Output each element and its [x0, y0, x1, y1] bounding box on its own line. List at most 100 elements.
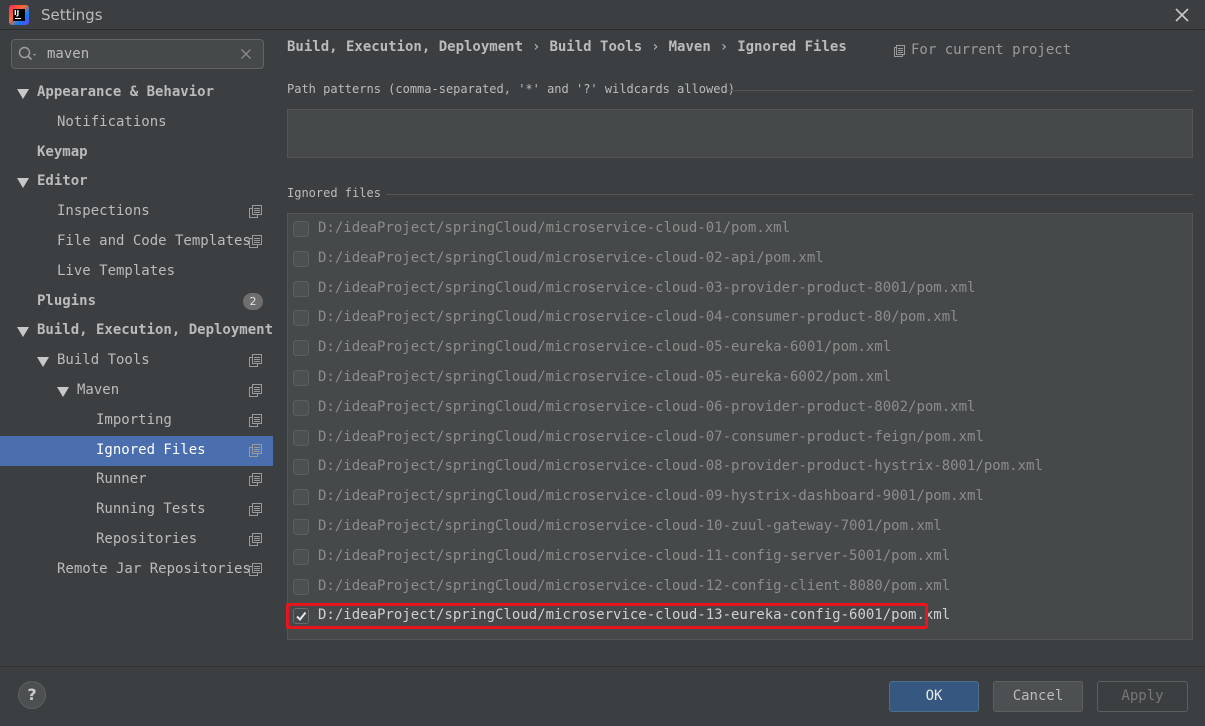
- sidebar-item-label: Repositories: [96, 531, 198, 547]
- ignore-checkbox[interactable]: [293, 251, 309, 267]
- sidebar-item-label: Build, Execution, Deployment: [37, 322, 274, 338]
- ignored-file-row[interactable]: D:/ideaProject/springCloud/microservice-…: [288, 244, 1192, 274]
- ignore-checkbox[interactable]: [293, 281, 309, 297]
- close-icon[interactable]: [1173, 6, 1191, 24]
- ignored-file-row[interactable]: D:/ideaProject/springCloud/microservice-…: [288, 393, 1192, 423]
- sidebar-item-running-tests[interactable]: Running Tests: [0, 495, 273, 525]
- sidebar-item-maven[interactable]: Maven: [0, 376, 273, 406]
- expand-arrow-icon[interactable]: [17, 89, 29, 99]
- breadcrumb: Build, Execution, Deployment › Build Tools…: [287, 39, 847, 55]
- title-bar: IJ Settings: [0, 0, 1205, 30]
- sidebar-item-label: File and Code Templates: [57, 233, 251, 249]
- ignored-file-row[interactable]: D:/ideaProject/springCloud/microservice-…: [288, 363, 1192, 393]
- ignore-checkbox[interactable]: [293, 549, 309, 565]
- ignored-file-row[interactable]: D:/ideaProject/springCloud/microservice-…: [288, 482, 1192, 512]
- ignore-checkbox[interactable]: [293, 221, 309, 237]
- sidebar-item-appearance-behavior[interactable]: Appearance & Behavior: [0, 78, 273, 108]
- ignored-file-row[interactable]: D:/ideaProject/springCloud/microservice-…: [288, 423, 1192, 453]
- project-level-icon: [249, 235, 262, 248]
- project-level-icon: [249, 563, 262, 576]
- sidebar-item-label: Inspections: [57, 203, 150, 219]
- sidebar-item-plugins[interactable]: Plugins 2: [0, 287, 273, 317]
- sidebar-item-keymap[interactable]: Keymap: [0, 138, 273, 168]
- intellij-logo-icon: IJ: [9, 5, 29, 25]
- ignore-checkbox[interactable]: [293, 370, 309, 386]
- breadcrumb-item[interactable]: Build, Execution, Deployment: [287, 39, 523, 55]
- breadcrumb-item[interactable]: Ignored Files: [737, 39, 847, 55]
- sidebar-item-editor[interactable]: Editor: [0, 167, 273, 197]
- project-scope-icon: [894, 45, 905, 57]
- sidebar-item-inspections[interactable]: Inspections: [0, 197, 273, 227]
- sidebar-item-file-and-code-templates[interactable]: File and Code Templates: [0, 227, 273, 257]
- project-level-icon: [249, 414, 262, 427]
- sidebar-item-live-templates[interactable]: Live Templates: [0, 257, 273, 287]
- project-level-icon: [249, 354, 262, 367]
- file-path: D:/ideaProject/springCloud/microservice-…: [318, 309, 959, 325]
- ignored-file-row[interactable]: D:/ideaProject/springCloud/microservice-…: [288, 452, 1192, 482]
- sidebar-item-build-execution-deployment[interactable]: Build, Execution, Deployment: [0, 316, 273, 346]
- separator: [386, 194, 1193, 195]
- search-input[interactable]: [47, 45, 232, 63]
- sidebar-item-label: Editor: [37, 173, 88, 189]
- sidebar-item-label: Appearance & Behavior: [37, 84, 215, 100]
- breadcrumb-item[interactable]: Build Tools: [549, 39, 642, 55]
- plugin-count-badge: 2: [243, 293, 263, 310]
- search-field[interactable]: [11, 39, 264, 69]
- ok-button[interactable]: OK: [889, 681, 979, 712]
- project-level-icon: [249, 384, 262, 397]
- file-path: D:/ideaProject/springCloud/microservice-…: [318, 488, 984, 504]
- file-path: D:/ideaProject/springCloud/microservice-…: [318, 220, 791, 236]
- project-level-icon: [249, 205, 262, 218]
- ignored-files-label: Ignored files: [287, 186, 381, 200]
- path-patterns-field[interactable]: [287, 109, 1193, 158]
- ignored-file-row[interactable]: D:/ideaProject/springCloud/microservice-…: [288, 303, 1192, 333]
- expand-arrow-icon[interactable]: [57, 387, 69, 397]
- sidebar-item-build-tools[interactable]: Build Tools: [0, 346, 273, 376]
- file-path: D:/ideaProject/springCloud/microservice-…: [318, 429, 984, 445]
- ignore-checkbox[interactable]: [293, 310, 309, 326]
- sidebar-item-label: Running Tests: [96, 501, 206, 517]
- expand-arrow-icon[interactable]: [17, 327, 29, 337]
- cancel-button[interactable]: Cancel: [993, 681, 1083, 712]
- help-button[interactable]: ?: [18, 681, 46, 709]
- sidebar-item-label: Ignored Files: [96, 442, 206, 458]
- file-path: D:/ideaProject/springCloud/microservice-…: [318, 458, 1043, 474]
- apply-button[interactable]: Apply: [1097, 681, 1188, 712]
- ignore-checkbox[interactable]: [293, 430, 309, 446]
- ignored-file-row[interactable]: D:/ideaProject/springCloud/microservice-…: [288, 214, 1192, 244]
- breadcrumb-item[interactable]: Maven: [669, 39, 711, 55]
- ignored-file-row[interactable]: D:/ideaProject/springCloud/microservice-…: [288, 512, 1192, 542]
- file-path: D:/ideaProject/springCloud/microservice-…: [318, 548, 951, 564]
- sidebar-item-notifications[interactable]: Notifications: [0, 108, 273, 138]
- ignored-file-row[interactable]: D:/ideaProject/springCloud/microservice-…: [288, 542, 1192, 572]
- ignore-checkbox[interactable]: [293, 519, 309, 535]
- ignored-file-row[interactable]: D:/ideaProject/springCloud/microservice-…: [288, 274, 1192, 304]
- file-path: D:/ideaProject/springCloud/microservice-…: [318, 369, 892, 385]
- sidebar-item-ignored-files[interactable]: Ignored Files: [0, 436, 273, 466]
- ignore-checkbox[interactable]: [293, 489, 309, 505]
- file-path: D:/ideaProject/springCloud/microservice-…: [318, 250, 824, 266]
- project-level-icon: [249, 533, 262, 546]
- project-level-icon: [249, 503, 262, 516]
- ignored-file-row[interactable]: D:/ideaProject/springCloud/microservice-…: [288, 333, 1192, 363]
- sidebar-item-runner[interactable]: Runner: [0, 465, 273, 495]
- expand-arrow-icon[interactable]: [17, 178, 29, 188]
- expand-arrow-icon[interactable]: [37, 357, 49, 367]
- ignore-checkbox[interactable]: [293, 459, 309, 475]
- file-path: D:/ideaProject/springCloud/microservice-…: [318, 280, 976, 296]
- sidebar-item-importing[interactable]: Importing: [0, 406, 273, 436]
- ignore-checkbox[interactable]: [293, 579, 309, 595]
- ignore-checkbox[interactable]: [293, 340, 309, 356]
- sidebar-item-remote-jar-repositories[interactable]: Remote Jar Repositories: [0, 555, 273, 585]
- file-path: D:/ideaProject/springCloud/microservice-…: [318, 518, 942, 534]
- clear-search-icon[interactable]: [240, 48, 252, 60]
- ignore-checkbox[interactable]: [293, 400, 309, 416]
- breadcrumb-separator: ›: [532, 39, 541, 55]
- search-icon[interactable]: [18, 46, 38, 62]
- settings-sidebar: Appearance & Behavior Notifications Keymap…: [0, 31, 273, 666]
- project-level-icon: [249, 473, 262, 486]
- sidebar-item-label: Maven: [77, 382, 120, 398]
- ignored-file-row[interactable]: D:/ideaProject/springCloud/microservice-…: [288, 572, 1192, 602]
- sidebar-item-repositories[interactable]: Repositories: [0, 525, 273, 555]
- sidebar-item-label: Keymap: [37, 144, 88, 160]
